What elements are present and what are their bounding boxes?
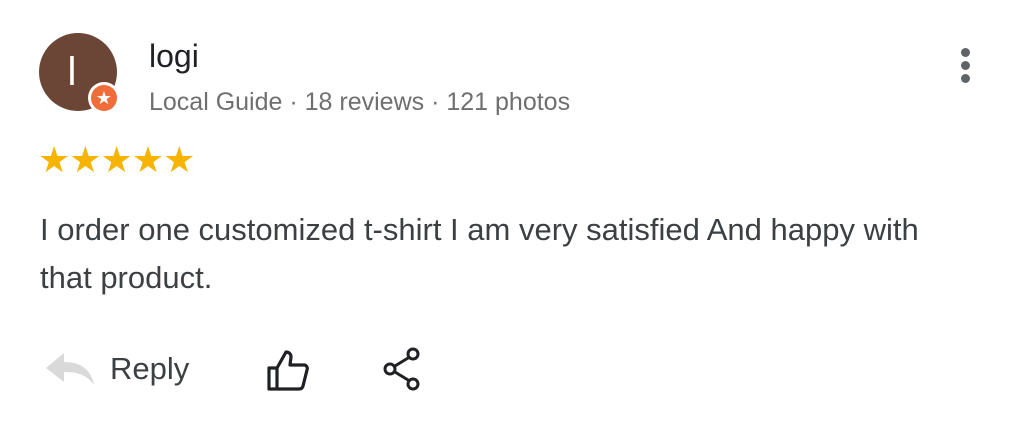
star-rating: ★★★★★ [38, 139, 195, 180]
reviewer-name[interactable]: logi [149, 36, 199, 76]
like-button[interactable] [264, 348, 312, 392]
more-vert-icon[interactable] [952, 46, 980, 86]
reply-button[interactable]: Reply [44, 345, 189, 393]
share-button[interactable] [382, 345, 424, 393]
review-card: l ★ logi Local Guide · 18 reviews · 121 … [0, 0, 1024, 443]
reply-label: Reply [110, 351, 190, 386]
review-actions: Reply [0, 335, 1024, 405]
review-text: I order one customized t-shirt I am very… [40, 212, 919, 295]
local-guide-badge: ★ [88, 82, 120, 114]
share-icon [383, 347, 420, 391]
local-guide-star-icon: ★ [91, 85, 117, 111]
reviewer-meta: Local Guide · 18 reviews · 121 photos [149, 88, 571, 116]
reply-arrow-icon [46, 353, 94, 385]
thumbs-up-icon [267, 350, 309, 391]
avatar-initial: l [67, 50, 77, 94]
